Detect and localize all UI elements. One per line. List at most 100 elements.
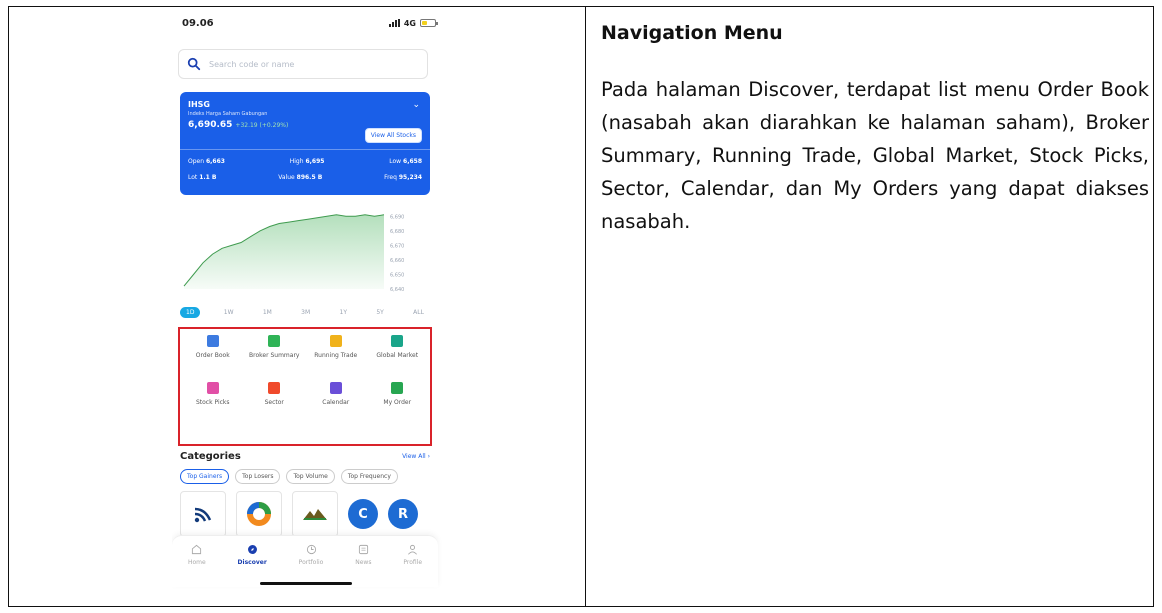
- category-chip-top-losers[interactable]: Top Losers: [235, 469, 281, 484]
- menu-item-global-market[interactable]: Global Market: [367, 335, 429, 376]
- low-label: Low: [389, 158, 402, 165]
- battery-icon: [420, 19, 438, 27]
- chevron-right-icon: ›: [427, 453, 430, 460]
- range-tab-1d[interactable]: 1D: [180, 307, 201, 318]
- ihsg-open: Open 6,663: [188, 158, 225, 165]
- bottom-navigation: Home Discover Portfolio News Profile: [172, 535, 438, 587]
- running-trade-icon: [329, 335, 342, 347]
- nav-item-portfolio[interactable]: Portfolio: [298, 544, 324, 587]
- menu-item-label: Sector: [264, 399, 284, 406]
- search-bar[interactable]: [178, 49, 428, 79]
- y-tick-label: 6,640: [390, 287, 404, 293]
- nav-item-discover[interactable]: Discover: [238, 544, 267, 587]
- status-indicators: 4G: [388, 19, 438, 28]
- menu-item-stock-picks[interactable]: Stock Picks: [182, 382, 244, 423]
- section-heading: Navigation Menu: [601, 22, 783, 44]
- ihsg-stats-row-1: Open 6,663 High 6,695 Low 6,658: [188, 158, 422, 165]
- stock-logo-c[interactable]: C: [348, 499, 378, 529]
- nav-item-label: Portfolio: [298, 559, 324, 566]
- calendar-icon: [329, 382, 342, 394]
- logo-letter-c: C: [358, 506, 368, 522]
- range-tab-1y[interactable]: 1Y: [334, 307, 353, 318]
- freq-value: 95,234: [398, 174, 422, 181]
- lot-label: Lot: [188, 174, 198, 181]
- ihsg-high: High 6,695: [290, 158, 325, 165]
- order-book-icon: [206, 335, 219, 347]
- stock-logo-r[interactable]: R: [388, 499, 418, 529]
- freq-label: Freq: [384, 174, 397, 181]
- discover-icon: [247, 545, 257, 554]
- my-order-icon: [391, 382, 404, 394]
- menu-item-label: Calendar: [322, 399, 350, 406]
- phone-screenshot: 09.06 4G IHSG Indeks Harga Saham Gabunga…: [172, 7, 446, 599]
- ihsg-divider: [180, 149, 430, 150]
- broker-summary-icon: [268, 335, 281, 347]
- menu-item-sector[interactable]: Sector: [244, 382, 306, 423]
- ihsg-card[interactable]: IHSG Indeks Harga Saham Gabungan 6,690.6…: [180, 92, 430, 195]
- y-tick-label: 6,650: [390, 272, 404, 278]
- y-tick-label: 6,690: [390, 214, 404, 220]
- categories-view-all-link[interactable]: View All ›: [402, 453, 430, 460]
- range-tab-5y[interactable]: 5Y: [370, 307, 389, 318]
- lot-value: 1.1 B: [199, 174, 217, 181]
- nav-item-label: Discover: [237, 559, 267, 566]
- category-chip-top-volume[interactable]: Top Volume: [286, 469, 335, 484]
- search-icon: [187, 57, 201, 71]
- ihsg-low: Low 6,658: [389, 158, 422, 165]
- category-chip-top-frequency[interactable]: Top Frequency: [340, 469, 398, 484]
- y-tick-label: 6,660: [390, 258, 404, 264]
- wifi-waves-logo-icon: [194, 507, 212, 523]
- menu-item-label: Running Trade: [314, 352, 358, 359]
- nav-item-profile[interactable]: Profile: [403, 544, 422, 587]
- open-label: Open: [188, 158, 205, 165]
- ihsg-freq: Freq 95,234: [384, 174, 422, 181]
- stock-logo-2[interactable]: [236, 491, 282, 537]
- nav-item-news[interactable]: News: [355, 544, 371, 587]
- menu-item-my-order[interactable]: My Order: [367, 382, 429, 423]
- navigation-menu-highlight: Order Book Broker Summary Running Trade Glo…: [178, 327, 432, 446]
- logo-letter-r: R: [397, 506, 408, 522]
- stock-logo-1[interactable]: [180, 491, 226, 537]
- status-time: 09.06: [182, 17, 214, 29]
- ihsg-chart[interactable]: 6,690 6,680 6,670 6,660 6,650 6,640: [180, 203, 430, 295]
- search-input[interactable]: [209, 59, 409, 69]
- menu-item-order-book[interactable]: Order Book: [182, 335, 244, 376]
- description-paragraph: Pada halaman Discover, terdapat list men…: [601, 78, 1149, 233]
- high-value: 6,695: [305, 158, 325, 165]
- value-value: 896.5 B: [296, 174, 323, 181]
- menu-item-label: Stock Picks: [195, 399, 230, 406]
- profile-icon: [408, 544, 418, 555]
- signal-icon: [388, 19, 400, 27]
- stock-logo-3[interactable]: [292, 491, 338, 537]
- y-tick-label: 6,670: [390, 243, 404, 249]
- menu-item-running-trade[interactable]: Running Trade: [305, 335, 367, 376]
- chart-area: [184, 214, 384, 289]
- high-label: High: [289, 158, 304, 165]
- table-divider: [585, 7, 586, 606]
- ihsg-trade-value: Value 896.5 B: [278, 174, 322, 181]
- range-tab-1w[interactable]: 1W: [218, 307, 240, 318]
- menu-item-calendar[interactable]: Calendar: [305, 382, 367, 423]
- ihsg-lot: Lot 1.1 B: [188, 174, 216, 181]
- portfolio-icon: [306, 544, 316, 555]
- ring-logo-icon: [247, 502, 271, 526]
- status-bar: 09.06 4G: [182, 15, 438, 31]
- range-tab-all[interactable]: ALL: [407, 307, 430, 318]
- nav-item-home[interactable]: Home: [188, 544, 206, 587]
- open-value: 6,663: [205, 158, 225, 165]
- range-tab-3m[interactable]: 3M: [295, 307, 316, 318]
- ihsg-title: IHSG: [188, 100, 210, 109]
- home-indicator: [260, 582, 352, 585]
- ihsg-change: +32.19 (+0.29%): [235, 122, 289, 129]
- news-icon: [358, 544, 368, 555]
- navigation-menu-grid: Order Book Broker Summary Running Trade Glo…: [182, 335, 428, 423]
- category-chip-top-gainers[interactable]: Top Gainers: [180, 469, 230, 484]
- range-tab-1m[interactable]: 1M: [257, 307, 278, 318]
- menu-item-broker-summary[interactable]: Broker Summary: [244, 335, 306, 376]
- categories-title: Categories: [180, 451, 241, 462]
- document-table: 09.06 4G IHSG Indeks Harga Saham Gabunga…: [8, 6, 1154, 607]
- view-all-stocks-button[interactable]: View All Stocks: [364, 128, 422, 143]
- menu-item-label: Global Market: [376, 352, 419, 359]
- category-chips: Top Gainers Top Losers Top Volume Top Frequ…: [180, 469, 432, 484]
- chevron-down-icon[interactable]: ⌄: [412, 100, 420, 110]
